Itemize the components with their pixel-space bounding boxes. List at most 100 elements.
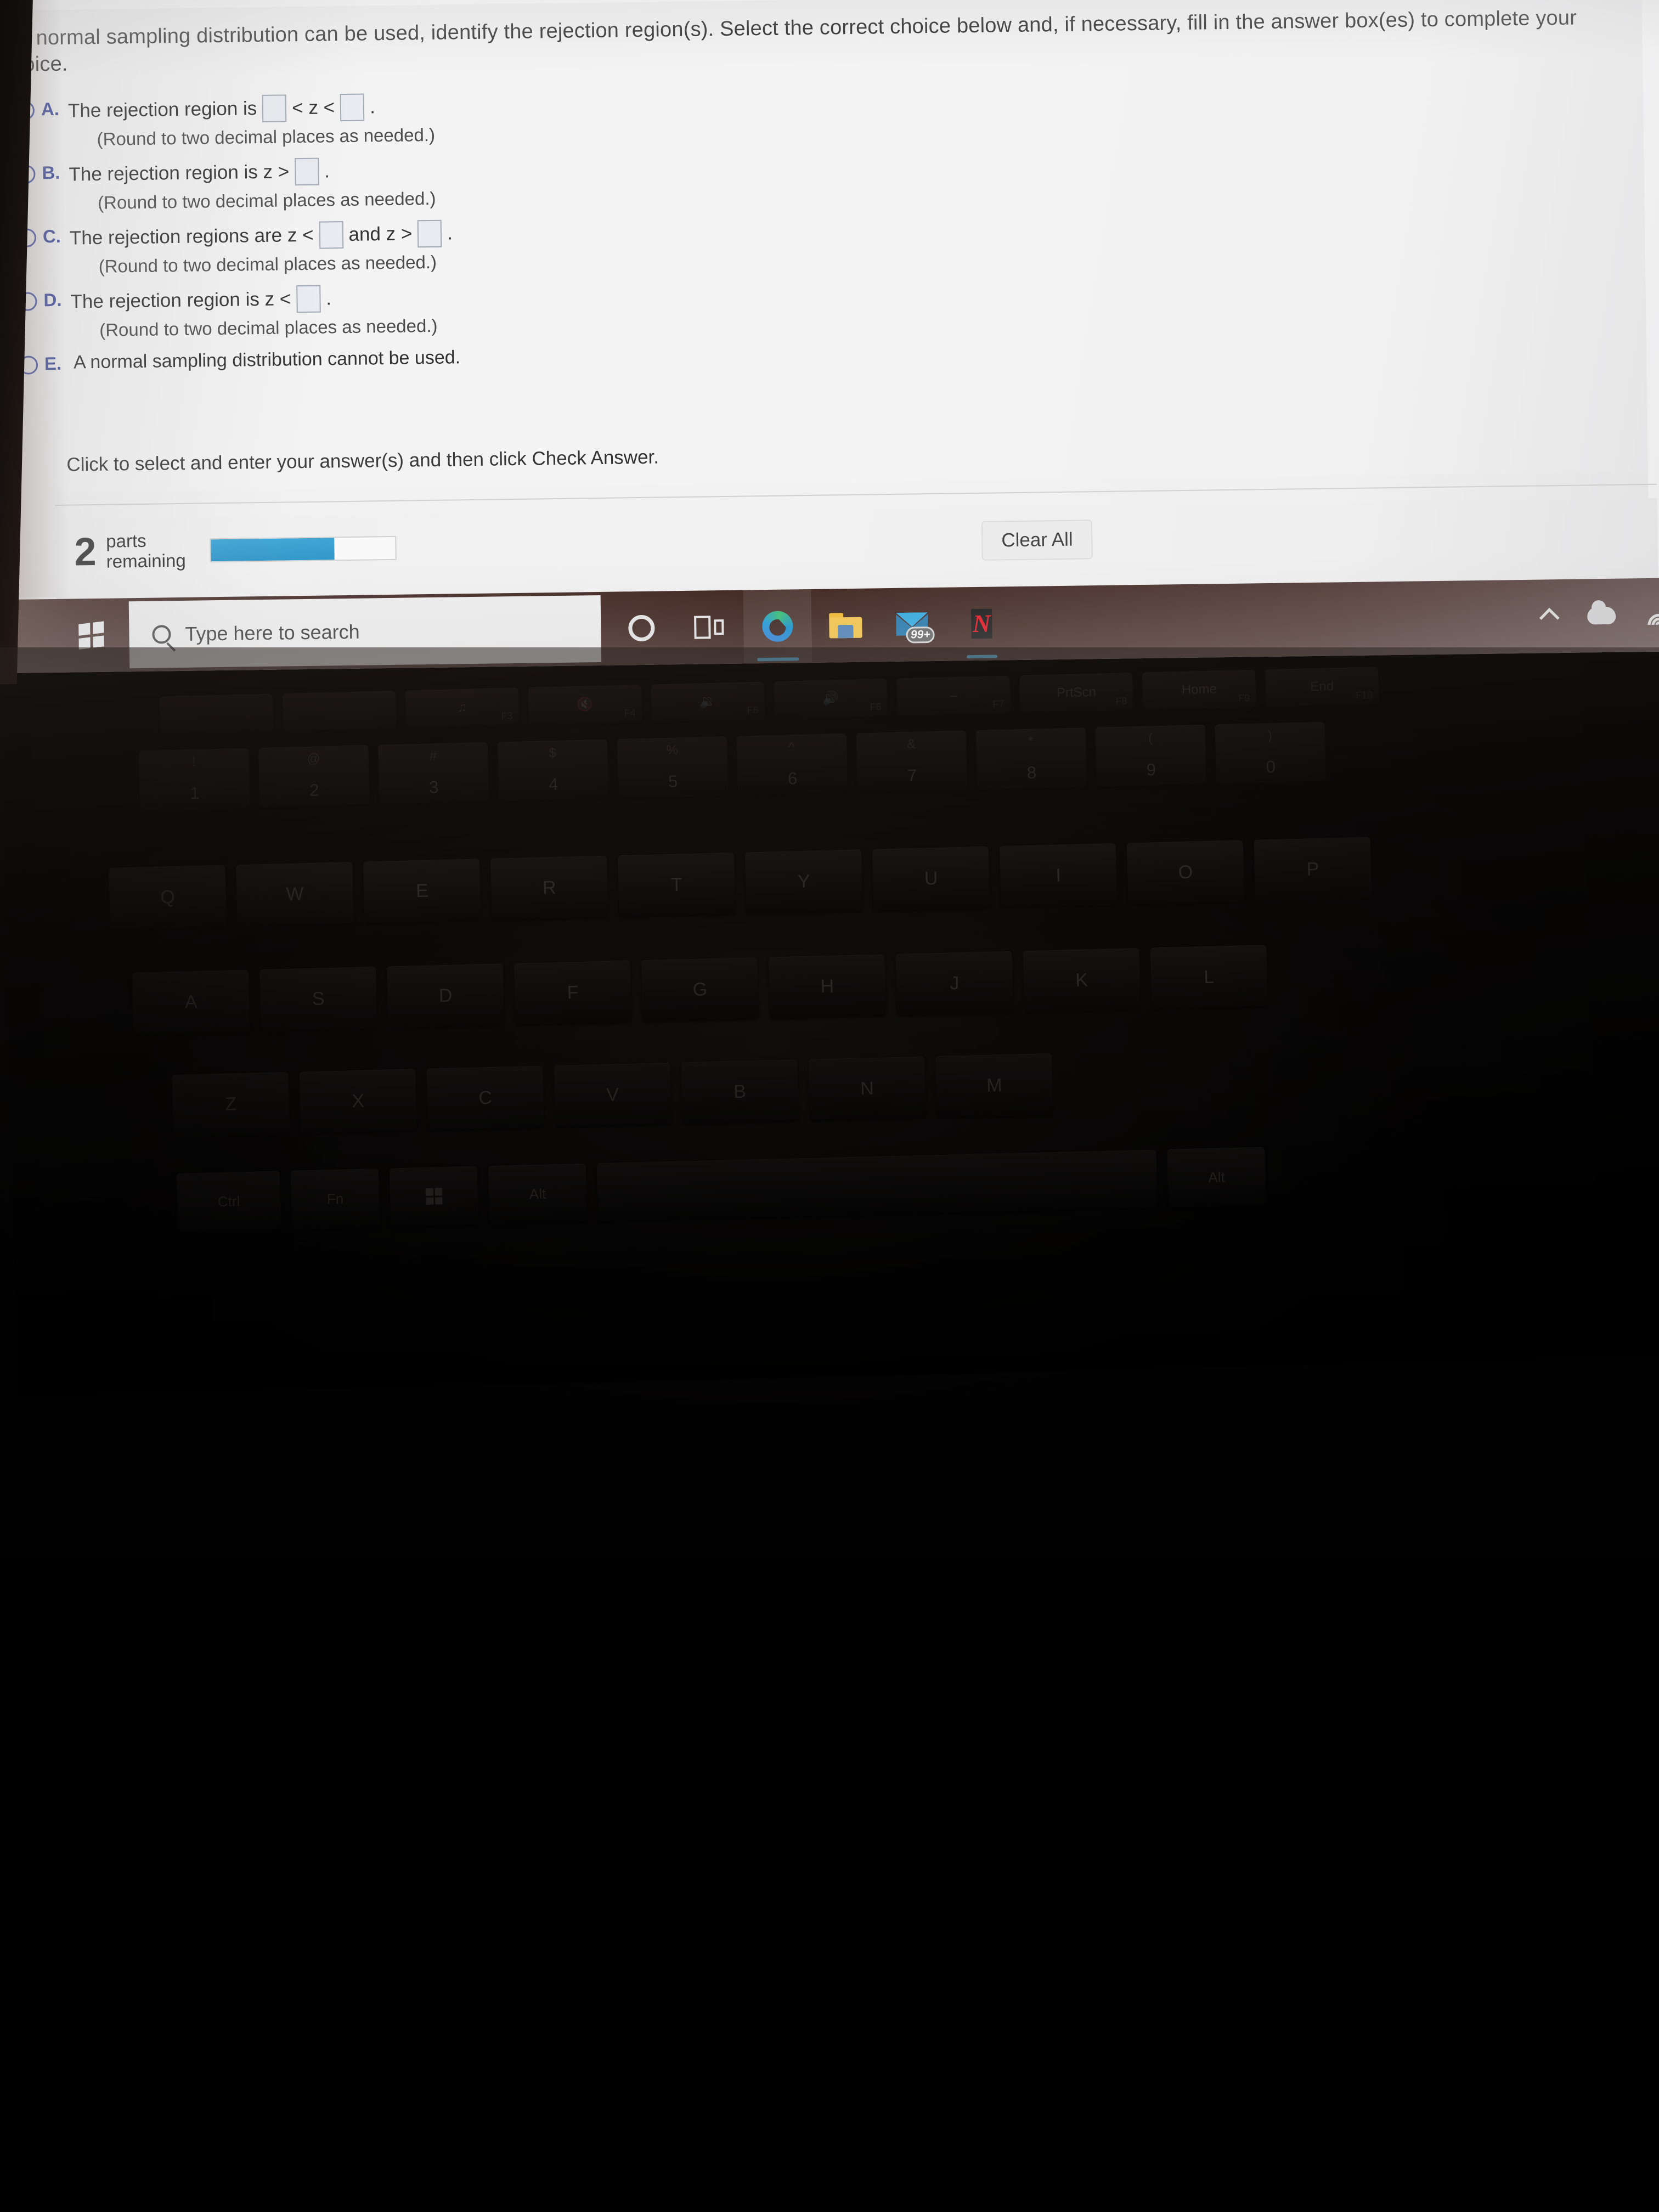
key-w[interactable]: W	[236, 862, 354, 927]
key-3[interactable]: #3	[377, 742, 489, 804]
key-b[interactable]: B	[681, 1059, 799, 1124]
key-z[interactable]: Z	[172, 1072, 290, 1137]
key-sublabel: F8	[1115, 695, 1127, 707]
choice-e[interactable]: E. A normal sampling distribution cannot…	[19, 333, 1500, 375]
key-u[interactable]: U	[872, 846, 990, 911]
key-alt[interactable]: Alt	[488, 1163, 588, 1224]
key-shift-label: #	[429, 748, 437, 764]
netflix-icon: N	[970, 608, 992, 639]
key-x[interactable]: X	[299, 1069, 417, 1133]
answer-box-c2[interactable]	[417, 219, 442, 248]
answer-box-d1[interactable]	[296, 285, 321, 313]
task-view-button[interactable]	[675, 590, 744, 665]
answer-box-c1[interactable]	[319, 221, 343, 249]
key-h[interactable]: H	[768, 954, 887, 1019]
file-explorer-button[interactable]	[811, 588, 880, 663]
key-n[interactable]: N	[808, 1056, 926, 1121]
key-y[interactable]: Y	[744, 849, 863, 914]
onedrive-cloud-icon[interactable]	[1587, 606, 1616, 625]
key-2[interactable]: @2	[258, 745, 370, 808]
choice-d-note: (Round to two decimal places as needed.)	[99, 315, 438, 340]
start-button[interactable]	[59, 602, 125, 668]
key-i[interactable]: I	[999, 843, 1118, 908]
key-fn-2[interactable]	[282, 691, 397, 731]
key-1[interactable]: ! 1	[139, 748, 250, 810]
key-q[interactable]: Q	[109, 865, 227, 929]
choice-c-note: (Round to two decimal places as needed.)	[98, 251, 437, 276]
key-fn-7[interactable]: – F7	[896, 675, 1011, 716]
key-f[interactable]: F	[514, 960, 632, 1025]
edge-taskbar-button[interactable]	[743, 589, 812, 664]
wifi-icon[interactable]	[1646, 605, 1659, 625]
answer-box-b1[interactable]	[294, 157, 319, 186]
key-k[interactable]: K	[1023, 948, 1141, 1013]
key-fn-1[interactable]	[159, 693, 274, 734]
keyboard-spacebar-row: Ctrl Fn Alt Alt	[176, 1147, 1266, 1232]
choice-d[interactable]: D. The rejection region is z < . (Round …	[18, 269, 1500, 341]
key-t[interactable]: T	[617, 853, 736, 917]
key-fn-10[interactable]: End F10	[1265, 667, 1379, 707]
key-fn-9[interactable]: Home F9	[1142, 669, 1256, 710]
windows-logo-icon	[78, 621, 104, 650]
key-g[interactable]: G	[641, 957, 759, 1022]
key-ctrl[interactable]: Ctrl	[176, 1171, 281, 1232]
choice-letter-d: D.	[43, 289, 62, 311]
key-s[interactable]: S	[259, 967, 377, 1031]
key-windows[interactable]	[389, 1166, 479, 1227]
key-e[interactable]: E	[363, 859, 481, 923]
taskbar-search-box[interactable]: Type here to search	[128, 595, 602, 669]
keyboard-home-row: A S D F G H J K L	[132, 945, 1268, 1034]
key-fn-6[interactable]: 🔊 F6	[774, 679, 888, 719]
radio-button-b[interactable]	[16, 165, 36, 184]
key-9[interactable]: (9	[1095, 725, 1207, 787]
netflix-button[interactable]: N	[947, 586, 1016, 661]
key-fn-5[interactable]: 🔉 F5	[651, 681, 765, 722]
radio-button-e[interactable]	[19, 356, 38, 375]
key-fn-3[interactable]: ♫ F3	[405, 687, 520, 728]
cortana-icon	[628, 614, 655, 642]
key-label: N	[860, 1077, 874, 1099]
key-fn-8[interactable]: PrtScn F8	[1019, 673, 1133, 713]
answer-box-a2[interactable]	[340, 93, 365, 122]
choice-d-prefix: The rejection region is z <	[70, 288, 291, 313]
key-c[interactable]: C	[426, 1065, 544, 1130]
cortana-button[interactable]	[607, 591, 676, 665]
radio-button-c[interactable]	[17, 228, 37, 247]
key-a[interactable]: A	[132, 969, 250, 1034]
choice-e-prefix: A normal sampling distribution cannot be…	[73, 347, 461, 373]
key-6[interactable]: ^ 6	[736, 733, 848, 795]
key-0[interactable]: ) 0	[1215, 721, 1327, 784]
key-j[interactable]: J	[895, 951, 1014, 1015]
radio-button-d[interactable]	[18, 292, 37, 311]
radio-button-a[interactable]	[15, 101, 35, 120]
key-r[interactable]: R	[490, 855, 608, 920]
key-fn[interactable]: Fn	[290, 1169, 380, 1229]
key-d[interactable]: D	[386, 963, 505, 1028]
key-label: C	[478, 1087, 493, 1109]
key-fn-4[interactable]: 🔇 F4	[528, 685, 642, 725]
choice-b[interactable]: B. The rejection region is z > . (Round …	[16, 142, 1498, 214]
choice-b-prefix: The rejection region is z >	[69, 161, 290, 185]
key-5[interactable]: % 5	[617, 736, 729, 799]
key-label: K	[1075, 969, 1088, 991]
key-m[interactable]: M	[935, 1053, 1053, 1118]
key-sublabel: F6	[870, 701, 882, 713]
answer-choices-list: A. The rejection region is < z < . (Roun…	[15, 78, 1501, 385]
show-hidden-icons-chevron-icon[interactable]	[1539, 607, 1560, 628]
key-alt[interactable]: Alt	[1167, 1147, 1266, 1207]
choice-letter-a: A.	[41, 98, 60, 120]
key-label: R	[542, 877, 557, 899]
choice-c[interactable]: C. The rejection regions are z < and z >…	[17, 206, 1499, 278]
answer-box-a1[interactable]	[262, 94, 287, 122]
mail-button[interactable]: 99+	[879, 588, 948, 662]
key-o[interactable]: O	[1126, 840, 1245, 905]
key-l[interactable]: L	[1150, 945, 1268, 1009]
key-p[interactable]: P	[1254, 837, 1372, 901]
key-4[interactable]: $4	[497, 739, 609, 802]
key-label: H	[820, 975, 834, 997]
key-7[interactable]: & 7	[856, 730, 968, 793]
key-space[interactable]	[596, 1149, 1158, 1222]
key-8[interactable]: * 8	[975, 727, 1087, 790]
clear-all-button[interactable]: Clear All	[981, 520, 1093, 561]
key-v[interactable]: V	[554, 1063, 672, 1127]
